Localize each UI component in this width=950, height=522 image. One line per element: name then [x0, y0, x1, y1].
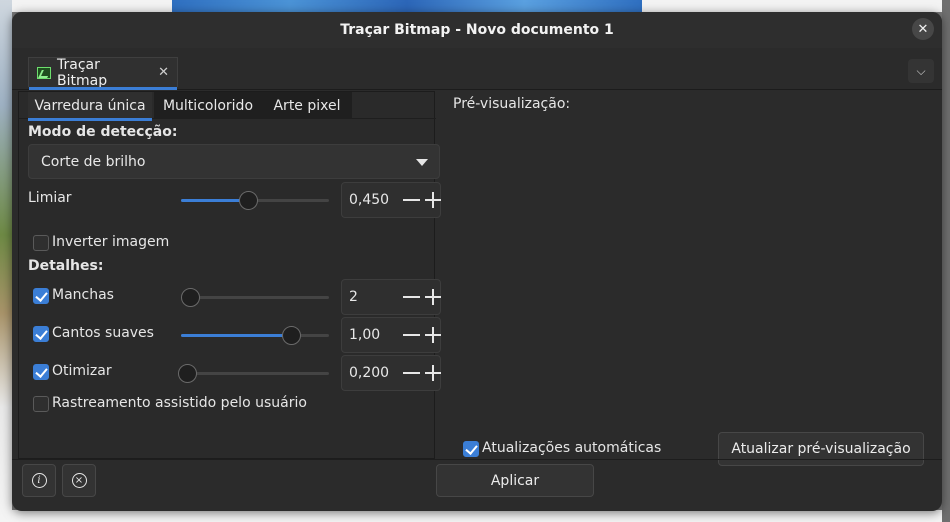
speckles-label: Manchas: [52, 287, 114, 303]
preview-heading: Pré-visualização:: [453, 96, 571, 112]
auto-updates-label: Atualizações automáticas: [482, 440, 662, 456]
decrement-icon[interactable]: [402, 199, 420, 201]
tab-pixel-art-label: Arte pixel: [273, 97, 341, 114]
increment-icon[interactable]: [424, 327, 442, 343]
slider-track: [181, 372, 329, 375]
dock-tab-strip: Traçar Bitmap ✕ ⌵: [12, 52, 942, 90]
threshold-value[interactable]: 0,450: [342, 192, 400, 208]
slider-track: [181, 296, 329, 299]
assisted-tracing-label: Rastreamento assistido pelo usuário: [52, 395, 307, 411]
tab-multicolor-label: Multicolorido: [162, 97, 254, 114]
decrement-icon[interactable]: [402, 334, 420, 336]
threshold-spinbox[interactable]: 0,450: [341, 182, 442, 218]
apply-label: Aplicar: [490, 472, 540, 489]
stop-icon: ×: [71, 473, 87, 488]
desktop-background-left: [0, 0, 12, 522]
chevron-down-icon: ⌵: [916, 63, 926, 78]
trace-bitmap-dialog: Traçar Bitmap - Novo documento 1 ✕ Traça…: [12, 12, 942, 511]
tab-trace-bitmap-label: Traçar Bitmap: [57, 56, 108, 89]
slider-knob[interactable]: [181, 288, 200, 307]
mode-tabs: Varredura única Multicolorido Arte pixel: [19, 92, 436, 121]
detection-mode-value: Corte de brilho: [41, 153, 146, 170]
optimize-slider[interactable]: [177, 363, 329, 383]
update-preview-label: Atualizar pré-visualização: [731, 441, 911, 457]
optimize-label: Otimizar: [52, 363, 112, 379]
canvas-background-bottom: [12, 510, 942, 522]
slider-knob[interactable]: [177, 364, 197, 383]
decrement-icon[interactable]: [402, 372, 420, 374]
trace-settings-panel: Varredura única Multicolorido Arte pixel…: [18, 91, 442, 459]
detection-mode-heading: Modo de detecção:: [28, 124, 178, 140]
speckles-value[interactable]: 2: [342, 289, 400, 305]
auto-updates-checkbox[interactable]: [463, 441, 479, 457]
slider-knob[interactable]: [281, 326, 301, 345]
decrement-icon[interactable]: [402, 296, 420, 298]
smooth-corners-label: Cantos suaves: [52, 325, 154, 341]
smooth-corners-spinbox[interactable]: 1,00: [341, 317, 442, 353]
window-close-button[interactable]: ✕: [912, 18, 934, 40]
window-title: Traçar Bitmap - Novo documento 1: [340, 22, 614, 38]
optimize-value[interactable]: 0,200: [342, 365, 400, 381]
dropdown-arrow-icon: [416, 159, 428, 166]
slider-fill: [181, 334, 291, 337]
info-glyph: i: [37, 474, 41, 486]
smooth-corners-slider[interactable]: [181, 325, 329, 345]
speckles-spinbox[interactable]: 2: [341, 279, 442, 315]
increment-icon[interactable]: [424, 365, 442, 381]
update-preview-button[interactable]: Atualizar pré-visualização: [718, 432, 924, 466]
optimize-checkbox[interactable]: [33, 364, 49, 380]
desktop-background-right: [942, 0, 950, 522]
footer-separator: [12, 459, 942, 460]
window-titlebar[interactable]: Traçar Bitmap - Novo documento 1 ✕: [12, 12, 942, 48]
tab-multicolor[interactable]: Multicolorido: [154, 92, 262, 119]
stop-glyph: ×: [74, 474, 84, 486]
threshold-slider[interactable]: [181, 190, 329, 210]
invert-image-label: Inverter imagem: [52, 234, 170, 250]
invert-image-checkbox[interactable]: [33, 235, 49, 251]
speckles-checkbox[interactable]: [33, 288, 49, 304]
detection-mode-select[interactable]: Corte de brilho: [28, 144, 440, 179]
increment-icon[interactable]: [424, 192, 442, 208]
details-heading: Detalhes:: [28, 258, 104, 274]
assisted-tracing-checkbox[interactable]: [33, 396, 49, 412]
canvas-image-strip: [172, 0, 642, 12]
tab-close-icon[interactable]: ✕: [158, 65, 169, 80]
tab-menu-button[interactable]: ⌵: [908, 59, 934, 83]
info-icon: i: [31, 473, 47, 488]
stop-button[interactable]: ×: [62, 464, 96, 497]
optimize-spinbox[interactable]: 0,200: [341, 355, 442, 391]
smooth-corners-value[interactable]: 1,00: [342, 327, 400, 343]
tab-single-scan-label: Varredura única: [34, 97, 146, 114]
threshold-label: Limiar: [28, 190, 72, 206]
tab-pixel-art[interactable]: Arte pixel: [262, 92, 352, 119]
apply-button[interactable]: Aplicar: [436, 464, 594, 497]
trace-bitmap-icon: [37, 66, 51, 79]
tab-single-scan[interactable]: Varredura única: [28, 92, 152, 121]
info-button[interactable]: i: [22, 464, 56, 497]
slider-knob[interactable]: [238, 191, 258, 210]
slider-fill: [181, 199, 248, 202]
increment-icon[interactable]: [424, 289, 442, 305]
preview-panel: Pré-visualização: Atualizações automátic…: [447, 91, 936, 466]
speckles-slider[interactable]: [181, 287, 329, 307]
close-icon: ✕: [917, 21, 929, 37]
tab-trace-bitmap[interactable]: Traçar Bitmap ✕: [28, 56, 178, 90]
smooth-corners-checkbox[interactable]: [33, 326, 49, 342]
